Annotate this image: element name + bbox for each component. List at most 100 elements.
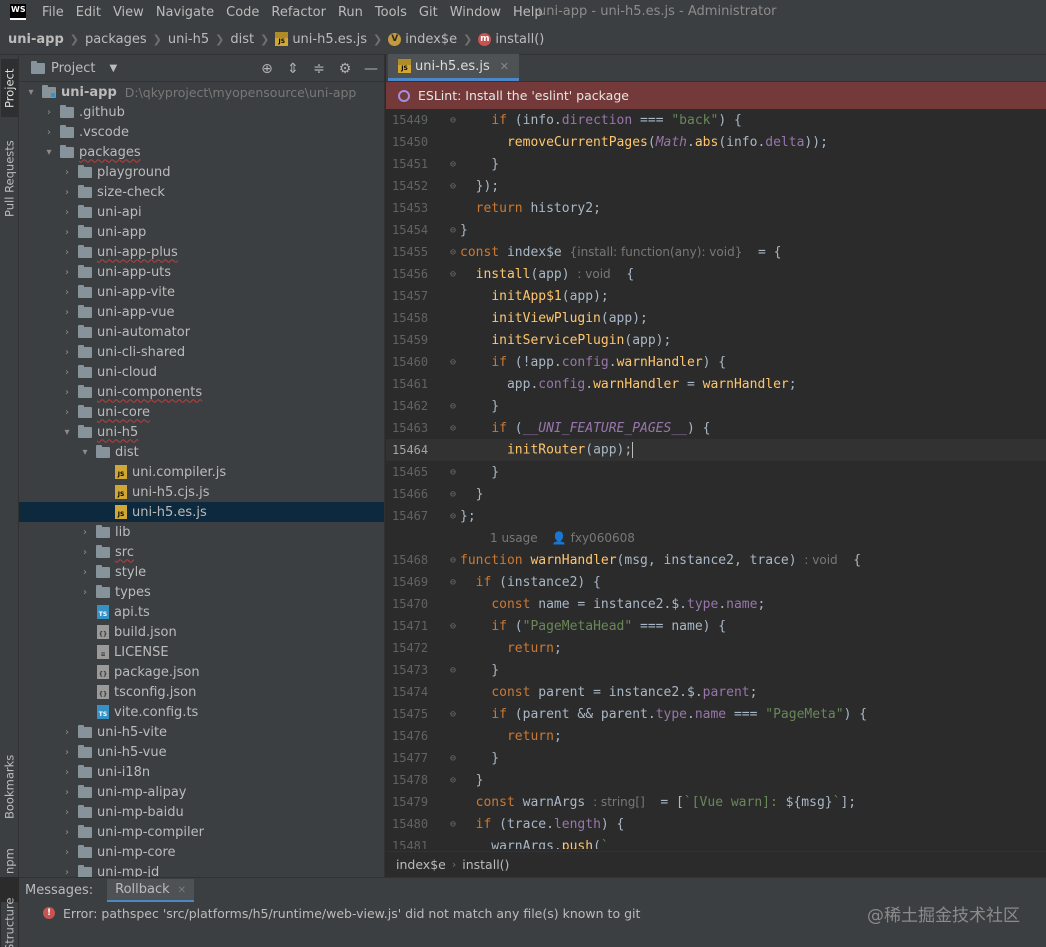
chevron-right-icon[interactable]: › [61, 227, 73, 238]
tree-row[interactable]: › uni-app-vue [19, 302, 384, 322]
tab-rollback[interactable]: Rollback ✕ [107, 878, 195, 902]
chevron-right-icon[interactable]: › [61, 807, 73, 818]
fold-marker-icon[interactable]: ⊖ [446, 115, 460, 126]
tree-row[interactable]: › uni-app-vite [19, 282, 384, 302]
chevron-down-icon[interactable]: ▾ [43, 147, 55, 158]
tree-row[interactable]: ▾ uni-app D:\qkyproject\myopensource\uni-a… [19, 82, 384, 102]
tree-row[interactable]: › uni-i18n [19, 762, 384, 782]
gear-icon[interactable]: ⚙ [332, 61, 358, 77]
tree-row[interactable]: › uni-core [19, 402, 384, 422]
tree-row[interactable]: › .github [19, 102, 384, 122]
chevron-right-icon[interactable]: › [61, 327, 73, 338]
chevron-right-icon[interactable]: › [43, 107, 55, 118]
chevron-down-icon[interactable]: ▼ [109, 63, 117, 74]
tool-tab-pull-requests[interactable]: Pull Requests [1, 131, 18, 227]
tree-row[interactable]: JS uni-h5.cjs.js [19, 482, 384, 502]
menu-run[interactable]: Run [338, 5, 363, 20]
tree-row[interactable]: › uni-cli-shared [19, 342, 384, 362]
menu-file[interactable]: File [42, 5, 64, 20]
tool-tab-structure[interactable]: Structure [1, 898, 18, 947]
chevron-right-icon[interactable]: › [61, 747, 73, 758]
fold-marker-icon[interactable]: ⊖ [446, 665, 460, 676]
chevron-right-icon[interactable]: › [61, 767, 73, 778]
eslint-banner[interactable]: ESLint: Install the 'eslint' package [386, 82, 1046, 109]
editor-breadcrumb-variable[interactable]: index$e [396, 857, 446, 872]
collapse-all-icon[interactable]: ≑ [306, 61, 332, 77]
tree-row[interactable]: ≡ LICENSE [19, 642, 384, 662]
editor-tab[interactable]: JS uni-h5.es.js ✕ [388, 54, 519, 81]
breadcrumb-project[interactable]: uni-app [8, 32, 64, 47]
fold-marker-icon[interactable]: ⊖ [446, 819, 460, 830]
menu-git[interactable]: Git [419, 5, 438, 20]
chevron-right-icon[interactable]: › [61, 867, 73, 878]
tree-row[interactable]: ▾ dist [19, 442, 384, 462]
menu-edit[interactable]: Edit [76, 5, 101, 20]
tool-tab-bookmarks[interactable]: Bookmarks [1, 749, 18, 825]
menu-navigate[interactable]: Navigate [156, 5, 214, 20]
tree-row[interactable]: › uni-automator [19, 322, 384, 342]
chevron-right-icon[interactable]: › [61, 287, 73, 298]
chevron-right-icon[interactable]: › [61, 387, 73, 398]
breadcrumb-uni-h5[interactable]: uni-h5 [168, 32, 209, 47]
tree-row[interactable]: › uni-components [19, 382, 384, 402]
menu-tools[interactable]: Tools [375, 5, 407, 20]
fold-marker-icon[interactable]: ⊖ [446, 511, 460, 522]
code-vision-hint[interactable]: 1 usage 👤 fxy060608 [386, 527, 1046, 549]
tree-row[interactable]: › uni-app-plus [19, 242, 384, 262]
tree-row[interactable]: › uni-mp-alipay [19, 782, 384, 802]
fold-marker-icon[interactable]: ⊖ [446, 401, 460, 412]
fold-marker-icon[interactable]: ⊖ [446, 357, 460, 368]
chevron-right-icon[interactable]: › [61, 247, 73, 258]
menu-refactor[interactable]: Refactor [271, 5, 326, 20]
menu-code[interactable]: Code [226, 5, 259, 20]
fold-marker-icon[interactable]: ⊖ [446, 423, 460, 434]
chevron-right-icon[interactable]: › [61, 187, 73, 198]
usage-count[interactable]: 1 usage [490, 531, 538, 545]
minimize-icon[interactable]: — [358, 61, 384, 77]
tree-row[interactable]: › uni-app-uts [19, 262, 384, 282]
chevron-right-icon[interactable]: › [61, 167, 73, 178]
tree-row[interactable]: › .vscode [19, 122, 384, 142]
chevron-down-icon[interactable]: ▾ [25, 87, 37, 98]
expand-all-icon[interactable]: ⇕ [280, 61, 306, 77]
tree-row[interactable]: › uni-mp-compiler [19, 822, 384, 842]
fold-marker-icon[interactable]: ⊖ [446, 621, 460, 632]
chevron-right-icon[interactable]: › [61, 347, 73, 358]
fold-marker-icon[interactable]: ⊖ [446, 225, 460, 236]
tree-row[interactable]: › uni-h5-vite [19, 722, 384, 742]
chevron-right-icon[interactable]: › [61, 847, 73, 858]
fold-marker-icon[interactable]: ⊖ [446, 489, 460, 500]
chevron-right-icon[interactable]: › [61, 367, 73, 378]
tree-row[interactable]: › uni-mp-jd [19, 862, 384, 878]
tree-row[interactable]: JS uni.compiler.js [19, 462, 384, 482]
menu-view[interactable]: View [113, 5, 144, 20]
tool-tab-npm[interactable]: npm [1, 845, 18, 877]
breadcrumb-file[interactable]: JS uni-h5.es.js [275, 32, 367, 47]
code-area[interactable]: 15449 ⊖ if (info.direction === "back") { … [386, 109, 1046, 849]
tree-row[interactable]: › src [19, 542, 384, 562]
chevron-right-icon[interactable]: › [43, 127, 55, 138]
tree-row[interactable]: › size-check [19, 182, 384, 202]
tree-row[interactable]: › uni-app [19, 222, 384, 242]
locate-icon[interactable]: ⊕ [254, 61, 280, 77]
chevron-right-icon[interactable]: › [61, 307, 73, 318]
close-icon[interactable]: ✕ [178, 885, 186, 896]
breadcrumb-packages[interactable]: packages [85, 32, 147, 47]
fold-marker-icon[interactable]: ⊖ [446, 467, 460, 478]
chevron-right-icon[interactable]: › [61, 827, 73, 838]
fold-marker-icon[interactable]: ⊖ [446, 753, 460, 764]
chevron-right-icon[interactable]: › [61, 267, 73, 278]
tree-row[interactable]: › uni-mp-baidu [19, 802, 384, 822]
breadcrumb-variable[interactable]: Vindex$e [388, 32, 457, 47]
tree-row[interactable]: › uni-mp-core [19, 842, 384, 862]
fold-marker-icon[interactable]: ⊖ [446, 269, 460, 280]
breadcrumb-dist[interactable]: dist [230, 32, 254, 47]
fold-marker-icon[interactable]: ⊖ [446, 577, 460, 588]
chevron-right-icon[interactable]: › [79, 527, 91, 538]
tree-row[interactable]: {} tsconfig.json [19, 682, 384, 702]
tool-tab-project[interactable]: Project [1, 59, 18, 117]
chevron-right-icon[interactable]: › [61, 207, 73, 218]
chevron-right-icon[interactable]: › [79, 567, 91, 578]
project-panel-title[interactable]: Project [51, 61, 95, 76]
breadcrumb-method[interactable]: m install() [478, 32, 544, 47]
